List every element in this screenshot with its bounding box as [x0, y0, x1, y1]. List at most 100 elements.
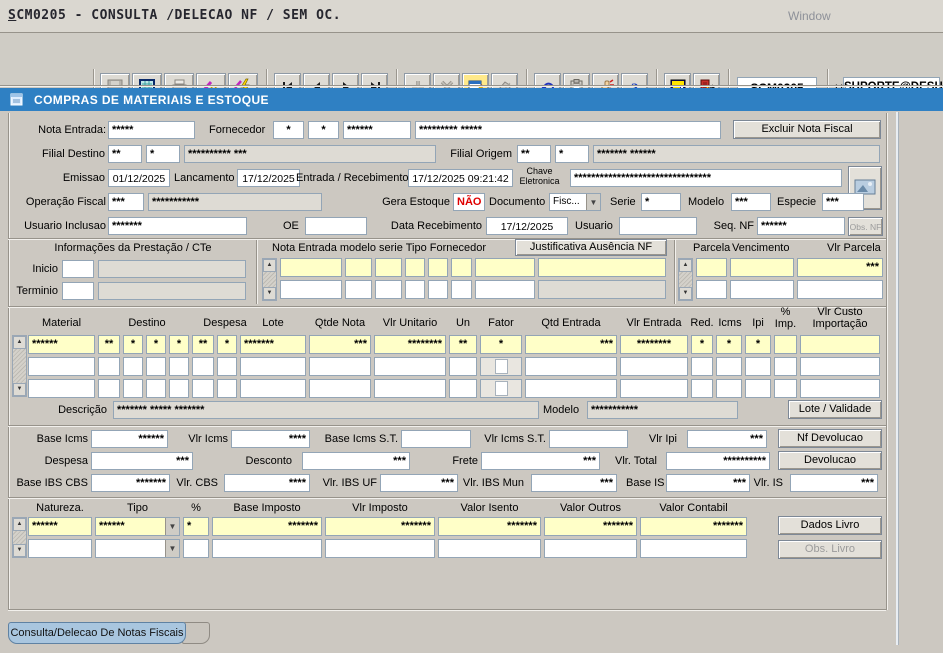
grid-cell[interactable]: [345, 258, 372, 277]
filial-destino-field-1[interactable]: **: [108, 145, 142, 163]
scroll-down-icon[interactable]: ▼: [13, 544, 26, 557]
grid-cell[interactable]: **: [192, 335, 214, 354]
excluir-nota-fiscal-button[interactable]: Excluir Nota Fiscal: [733, 120, 881, 139]
grid-cell[interactable]: *: [169, 335, 189, 354]
scroll-up-icon[interactable]: ▲: [13, 336, 26, 349]
grid-cell[interactable]: [146, 357, 166, 376]
vlr-ibs-uf-field[interactable]: ***: [380, 474, 458, 492]
despesa-field[interactable]: ***: [91, 452, 193, 470]
grid-cell[interactable]: *: [123, 335, 143, 354]
vlr-imposto-cell[interactable]: *******: [325, 517, 435, 536]
vlr-icms-field[interactable]: ****: [231, 430, 310, 448]
vlr-cbs-field[interactable]: ****: [224, 474, 310, 492]
scroll-down-icon[interactable]: ▼: [263, 287, 276, 300]
window-menu[interactable]: Window: [788, 9, 831, 23]
vlr-total-field[interactable]: **********: [666, 452, 770, 470]
parcelas-scrollbar[interactable]: ▲▼: [678, 258, 693, 301]
red-cell[interactable]: *: [691, 335, 713, 354]
scroll-up-icon[interactable]: ▲: [13, 518, 26, 531]
vencimento-cell[interactable]: [730, 258, 794, 277]
tab-ghost[interactable]: [182, 622, 210, 644]
scroll-track[interactable]: [13, 531, 26, 544]
grid-cell[interactable]: [217, 357, 237, 376]
pct-imp-cell[interactable]: [774, 379, 797, 398]
especie-field[interactable]: ***: [822, 193, 864, 211]
grid-cell[interactable]: [475, 280, 535, 299]
dados-livro-button[interactable]: Dados Livro: [778, 516, 882, 535]
nota-entrada-field[interactable]: *****: [108, 121, 195, 139]
grid-cell[interactable]: *: [217, 335, 237, 354]
scroll-up-icon[interactable]: ▲: [679, 259, 692, 272]
lote-cell[interactable]: [240, 379, 306, 398]
base-imposto-cell[interactable]: [212, 539, 322, 558]
tipo-dropdown-cell[interactable]: ▼: [95, 539, 180, 558]
fornecedor-name-field[interactable]: ********* *****: [415, 121, 721, 139]
desconto-field[interactable]: ***: [302, 452, 410, 470]
justificativa-ausencia-nf-button[interactable]: Justificativa Ausência NF: [515, 239, 667, 256]
grid-cell[interactable]: *: [146, 335, 166, 354]
entrada-recebimento-field[interactable]: 17/12/2025 09:21:42: [408, 169, 513, 187]
grid-cell[interactable]: [475, 258, 535, 277]
vlr-entrada-cell[interactable]: [620, 379, 688, 398]
parcela-cell[interactable]: [696, 258, 727, 277]
pct-cell[interactable]: *: [183, 517, 209, 536]
grid-cell[interactable]: [451, 258, 472, 277]
icms-cell[interactable]: [716, 357, 742, 376]
grid-cell[interactable]: [123, 379, 143, 398]
grid-cell[interactable]: [405, 280, 425, 299]
grid-cell[interactable]: [451, 280, 472, 299]
lancamento-field[interactable]: 17/12/2025: [237, 169, 300, 187]
vlr-is-field[interactable]: ***: [790, 474, 878, 492]
un-cell[interactable]: [449, 379, 477, 398]
chevron-down-icon[interactable]: ▼: [165, 518, 179, 535]
vlr-unitario-cell[interactable]: [374, 379, 446, 398]
vlr-parcela-cell[interactable]: [797, 280, 883, 299]
grid-cell[interactable]: [375, 280, 402, 299]
ipi-cell[interactable]: *: [745, 335, 771, 354]
base-icms-field[interactable]: ******: [91, 430, 168, 448]
fornecedor-field-2[interactable]: *: [308, 121, 339, 139]
vlr-unitario-cell[interactable]: ********: [374, 335, 446, 354]
grid-cell[interactable]: [428, 280, 448, 299]
scroll-down-icon[interactable]: ▼: [13, 383, 26, 396]
valor-isento-cell[interactable]: *******: [438, 517, 541, 536]
grid-cell[interactable]: **: [98, 335, 120, 354]
grid-cell[interactable]: [217, 379, 237, 398]
red-cell[interactable]: [691, 357, 713, 376]
grid-cell[interactable]: [169, 379, 189, 398]
serie-field[interactable]: *: [641, 193, 681, 211]
grid-cell[interactable]: [192, 357, 214, 376]
livro-scrollbar[interactable]: ▲▼: [12, 517, 27, 558]
grid-cell[interactable]: [192, 379, 214, 398]
grid-cell[interactable]: [375, 258, 402, 277]
natureza-cell[interactable]: [28, 539, 92, 558]
filial-origem-field-1[interactable]: **: [517, 145, 551, 163]
filial-destino-field-2[interactable]: *: [146, 145, 180, 163]
chave-eletronica-field[interactable]: ********************************: [570, 169, 842, 187]
scroll-up-icon[interactable]: ▲: [263, 259, 276, 272]
fator-checkbox-cell[interactable]: [480, 379, 522, 398]
vlr-ibs-mun-field[interactable]: ***: [531, 474, 617, 492]
devolucao-button[interactable]: Devolucao: [778, 451, 882, 470]
chevron-down-icon[interactable]: ▼: [586, 194, 600, 210]
vlr-icms-st-field[interactable]: [549, 430, 628, 448]
vlr-ipi-field[interactable]: ***: [687, 430, 767, 448]
pct-cell[interactable]: [183, 539, 209, 558]
vlr-imposto-cell[interactable]: [325, 539, 435, 558]
qtde-nota-cell[interactable]: ***: [309, 335, 371, 354]
filial-origem-field-2[interactable]: *: [555, 145, 589, 163]
ipi-cell[interactable]: [745, 379, 771, 398]
vlr-custo-cell[interactable]: [800, 379, 880, 398]
documento-dropdown[interactable]: Fisc... ▼: [549, 193, 601, 211]
material-cell[interactable]: ******: [28, 335, 95, 354]
tipo-dropdown-cell[interactable]: ******▼: [95, 517, 180, 536]
ipi-cell[interactable]: [745, 357, 771, 376]
lote-validade-button[interactable]: Lote / Validade: [788, 400, 882, 419]
qtd-entrada-cell[interactable]: [525, 357, 617, 376]
scroll-track[interactable]: [263, 272, 276, 287]
material-cell[interactable]: [28, 357, 95, 376]
pct-imp-cell[interactable]: [774, 357, 797, 376]
tab-consulta-delecao[interactable]: Consulta/Delecao De Notas Fiscais: [8, 622, 186, 644]
lote-cell[interactable]: *******: [240, 335, 306, 354]
un-cell[interactable]: [449, 357, 477, 376]
